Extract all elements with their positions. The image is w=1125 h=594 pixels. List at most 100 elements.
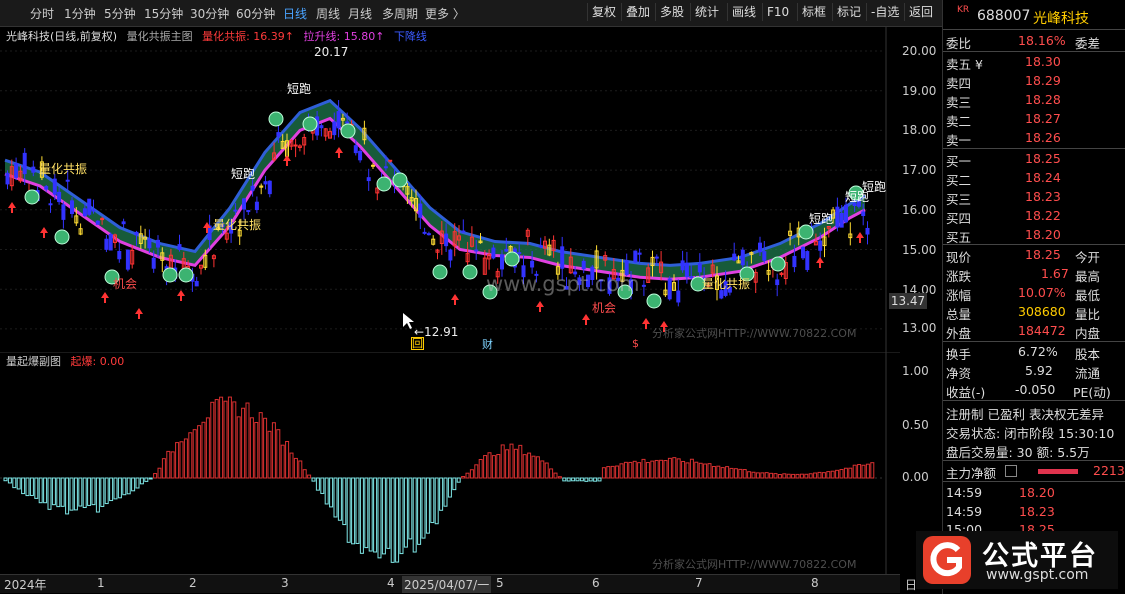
period-monthly[interactable]: 月线 [348, 5, 372, 22]
bid-row[interactable]: 买一 18.25 [943, 150, 1125, 169]
histogram-bar [843, 467, 848, 479]
bid-row[interactable]: 买四 18.22 [943, 207, 1125, 226]
histogram-bar [333, 477, 338, 518]
ask-row[interactable]: 卖一 18.26 [943, 129, 1125, 148]
fuquan-button[interactable]: 复权 [587, 3, 620, 21]
period-1min[interactable]: 1分钟 [64, 5, 96, 22]
histogram-bar [205, 417, 210, 479]
histogram-bar [320, 477, 325, 494]
histogram-bar [219, 396, 224, 479]
ask-row[interactable]: 卖三 18.28 [943, 91, 1125, 110]
histogram-bar [549, 468, 554, 479]
after-trade-row: 盘后交易量: 30 额: 5.5万 [946, 445, 1090, 460]
histogram-bar [249, 417, 254, 479]
tick-row: 14:59 18.20 [946, 485, 1055, 500]
histogram-bar [645, 462, 650, 479]
histogram-bar [527, 452, 532, 479]
candle-body [491, 247, 496, 259]
period-multi[interactable]: 多周期 [382, 5, 418, 22]
stats-button[interactable]: 统计 [690, 3, 723, 21]
histogram-bar [311, 477, 316, 482]
histogram-bar [672, 457, 677, 479]
candle-body [52, 178, 57, 195]
histogram-bar [183, 438, 188, 479]
candle-body [125, 249, 130, 270]
histogram-bar [117, 477, 122, 499]
period-fenshi[interactable]: 分时 [30, 5, 54, 22]
bid-row[interactable]: 买五 18.20 [943, 226, 1125, 245]
sub-indicator-name: 量起爆副图 [6, 355, 61, 368]
draw-button[interactable]: 画线 [727, 3, 760, 21]
sub-y-tick: 0.50 [902, 418, 929, 432]
add-favorite-button[interactable]: -自选 [866, 3, 903, 21]
histogram-bar [659, 459, 664, 479]
histogram-bar [848, 467, 853, 479]
up-arrow-icon [8, 202, 16, 213]
marker-cai: 财 [482, 338, 493, 351]
histogram-bar [65, 477, 70, 515]
y-tick: 17.00 [902, 163, 937, 177]
candle-body [121, 221, 126, 225]
main-flow-row[interactable]: 主力净额 2213 [943, 462, 1125, 481]
histogram-bar [579, 477, 584, 482]
y-tick: 20.00 [902, 44, 937, 58]
period-weekly[interactable]: 周线 [316, 5, 340, 22]
f10-button[interactable]: F10 [762, 3, 793, 21]
multi-stock-button[interactable]: 多股 [655, 3, 688, 21]
period-more[interactable]: 更多 〉 [425, 5, 465, 22]
weicha-label: 委差 [1075, 36, 1101, 51]
histogram-bar [3, 477, 8, 482]
histogram-bar [381, 477, 386, 555]
histogram-bar [408, 477, 413, 540]
histogram-bar [179, 441, 184, 479]
period-5min[interactable]: 5分钟 [104, 5, 136, 22]
histogram-bar [175, 442, 180, 479]
histogram-bar [153, 473, 158, 479]
histogram-bar [733, 468, 738, 479]
signal-label: 短跑 [809, 212, 834, 226]
tick-row: 14:59 18.23 [946, 504, 1055, 519]
histogram-bar [254, 421, 259, 479]
bid-row[interactable]: 买二 18.24 [943, 169, 1125, 188]
candle-body [293, 144, 298, 147]
histogram-bar [351, 477, 356, 545]
period-daily[interactable]: 日线 [283, 5, 307, 22]
candle-body [61, 204, 66, 220]
histogram-bar [566, 477, 571, 482]
candle-body [134, 231, 139, 236]
histogram-bar [421, 477, 426, 539]
histogram-bar [637, 462, 642, 479]
main-chart[interactable] [0, 27, 900, 352]
period-30min[interactable]: 30分钟 [190, 5, 229, 22]
signal-label: 量化共振 [39, 162, 88, 176]
back-button[interactable]: 返回 [904, 3, 937, 21]
candle-body [254, 201, 259, 211]
overlay-button[interactable]: 叠加 [621, 3, 654, 21]
period-15min[interactable]: 15分钟 [144, 5, 183, 22]
period-60min[interactable]: 60分钟 [236, 5, 275, 22]
mark-button[interactable]: 标记 [832, 3, 865, 21]
quote-row: 总量 308680 量比 [946, 304, 1101, 322]
histogram-bar [698, 462, 703, 479]
candle-body [474, 249, 479, 252]
candle-body [805, 251, 810, 270]
histogram-bar [694, 461, 699, 479]
sub-chart[interactable] [0, 352, 900, 574]
ask-row[interactable]: 卖五 ¥18.30 [943, 53, 1125, 72]
histogram-bar [707, 463, 712, 479]
bid-row[interactable]: 买三 18.23 [943, 188, 1125, 207]
quote-row: 涨幅 10.07% 最低 [946, 285, 1101, 303]
signal-label: 量化共振 [702, 277, 751, 291]
candle-body [818, 240, 823, 251]
frame-button[interactable]: 标框 [797, 3, 830, 21]
histogram-bar [126, 477, 131, 495]
histogram-bar [641, 458, 646, 479]
signal-badge-icon [376, 176, 392, 192]
ask-row[interactable]: 卖四 18.29 [943, 72, 1125, 91]
signal-badge-icon [268, 111, 284, 127]
histogram-bar [47, 477, 52, 510]
ask-row[interactable]: 卖二 18.27 [943, 110, 1125, 129]
histogram-bar [373, 477, 378, 553]
candle-body [44, 186, 49, 190]
candle-body [267, 180, 272, 195]
